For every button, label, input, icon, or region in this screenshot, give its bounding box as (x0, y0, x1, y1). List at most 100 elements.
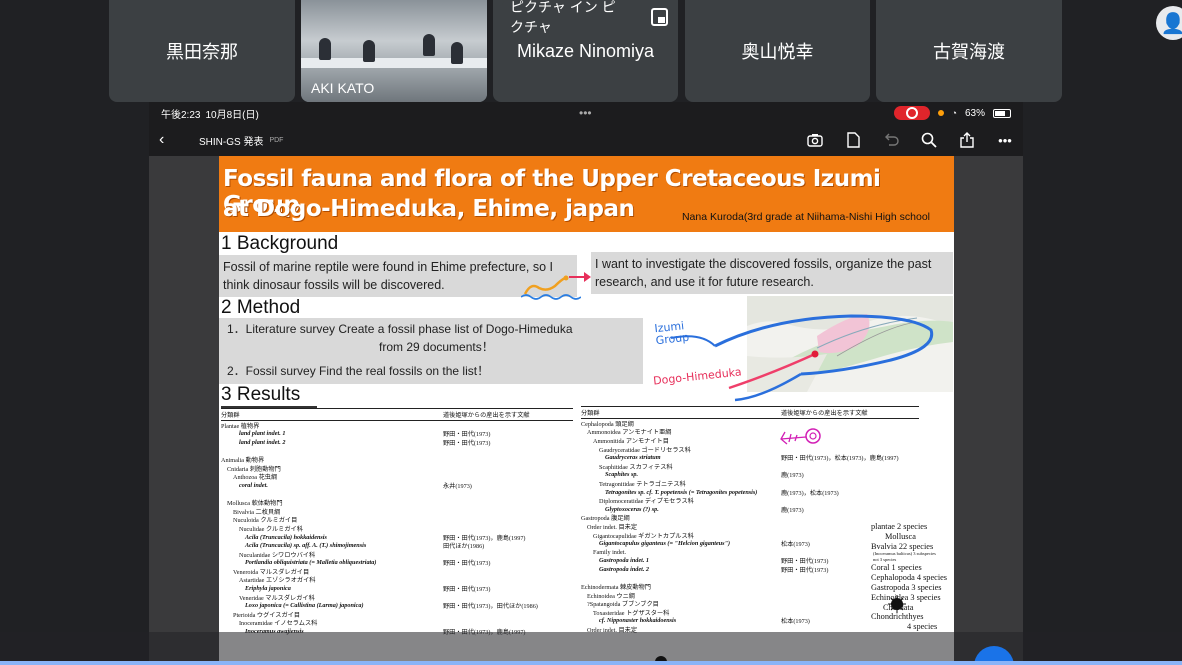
share-icon[interactable] (959, 132, 975, 148)
table-row: Diplomoceratidae ディプモセラス科 (581, 496, 919, 505)
participant-tile[interactable]: 古賀海渡 (876, 0, 1062, 102)
shared-screen: 午後2:23 10月8日(日) ••• ◔ 63% ‹ SHIN-GS 発表 P… (149, 102, 1023, 665)
sea-reptile-icon (521, 275, 581, 300)
results-table-left: 分類群 道後姫塚からの産出を示す文献 Plantae 植物界 land plant… (221, 408, 573, 636)
table-row: ?Spatangoida ブブンブク目 (581, 599, 919, 608)
table-header: 分類群 道後姫塚からの産出を示す文献 (581, 406, 919, 419)
poster-page: Fossil fauna and flora of the Upper Cret… (219, 156, 954, 665)
taxon-name: Gigantocapulidae ギガントカプルス科 (593, 532, 694, 540)
taxon-reference: 田代ほか(1986) (443, 543, 485, 551)
summary-line: Cephalopoda 4 species (871, 573, 948, 583)
method-box: 1．Literature survey Create a fossil phas… (219, 318, 643, 384)
taxon-name: Astartidae エゾシラオガイ科 (239, 577, 316, 585)
table-row (221, 447, 573, 456)
person-icon: 👤 (1160, 12, 1182, 35)
taxon-name: Family indet. (593, 548, 626, 556)
table-row: Loxo japonica (= Callistina (Larma) japo… (221, 601, 573, 610)
pdf-toolbar: ‹ SHIN-GS 発表 PDF ••• (149, 124, 1023, 156)
participant-name: Mikaze Ninomiya (516, 40, 655, 61)
summary-line: Chondrichthyes (871, 612, 924, 622)
page-icon[interactable] (845, 132, 861, 148)
participant-tile[interactable]: 奥山悦幸 (685, 0, 870, 102)
table-row: Tetragonitidae テトラゴニテス科 (581, 479, 919, 488)
taxon-name: Gaudryceras striatum (605, 454, 661, 462)
taxon-name: Toxasteridae トグザスター科 (593, 609, 670, 617)
undo-icon[interactable] (883, 132, 899, 148)
table-row: Gastropoda 腹足綱 (581, 514, 919, 522)
table-row: Ammonitida アンモナイト目 (581, 436, 919, 445)
table-header-reference: 道後姫塚からの産出を示す文献 (781, 410, 868, 417)
table-row: Scaphites sp. 鹿(1973) (581, 471, 919, 479)
taxon-name: Acila (Truncacila) hokkaidensis (245, 533, 327, 541)
table-row: Cephalopoda 頭足綱 (581, 419, 919, 428)
table-row: Scaphitidae スカフィテス科 (581, 462, 919, 471)
search-icon[interactable] (921, 132, 937, 148)
taxon-reference: 野田・田代(1973)，松本(1973)，鹿島(1997) (781, 455, 899, 463)
summary-line: plantae 2 species (871, 522, 928, 531)
table-row: Pterioida ウグイスガイ目 (221, 610, 573, 619)
table-header-reference: 道後姫塚からの産出を示す文献 (443, 412, 530, 419)
table-row: Mollusca 軟体動物門 (221, 498, 573, 507)
taxon-name: Glyptoxoceras (?) sp. (605, 505, 659, 513)
battery-icon (993, 108, 1011, 118)
document-type: PDF (269, 136, 284, 144)
table-row: land plant indet. 2 野田・田代(1973) (221, 438, 573, 447)
taxon-reference: 野田・田代(1973) (443, 586, 491, 594)
mic-indicator-icon (937, 110, 944, 116)
table-row: Echinoidea ウニ綱 (581, 591, 919, 600)
taxon-name: Eriphyla japonica (245, 585, 291, 593)
taxon-name: Gastropoda indet. 2 (599, 565, 650, 573)
pdf-viewer[interactable]: Fossil fauna and flora of the Upper Cret… (149, 156, 1023, 665)
table-row: Gaudryceras striatum 野田・田代(1973)，松本(1973)… (581, 453, 919, 462)
poster-title-line2: at Dogo-Himeduka, Ehime, japan (223, 196, 635, 222)
table-row: Veneridae マルスダレガイ科 (221, 593, 573, 602)
taxon-name: land plant indet. 2 (239, 438, 286, 446)
table-row (221, 490, 573, 499)
taxon-name: Gigantocapulus giganteus (= "Helcion gig… (599, 540, 731, 548)
summary-line: Echinoidea 3 species (871, 592, 941, 602)
summary-line: Bvalvia 22 species (871, 541, 934, 551)
table-row: cf. Nipponaster hokkaidoensis 松本(1973) (581, 617, 919, 625)
camera-icon[interactable] (807, 132, 823, 148)
taxon-reference: 永井(1973) (443, 482, 472, 490)
table-row: Order indet. 目未定 (581, 522, 919, 531)
table-row: Eriphyla japonica 野田・田代(1973) (221, 584, 573, 593)
summary-line: Gastropoda 3 species (871, 582, 942, 592)
more-options-icon[interactable]: ••• (997, 132, 1013, 148)
table-row: Gaudryceratidae ゴードリセラス科 (581, 445, 919, 454)
picture-in-picture-button[interactable]: ピクチャ イン ピクチャ (502, 0, 668, 35)
table-row: Inoceramidae イノセラムス科 (221, 619, 573, 627)
table-header: 分類群 道後姫塚からの産出を示す文献 (221, 408, 573, 421)
taxon-reference: 野田・田代(1973)，田代ほか(1986) (443, 603, 538, 611)
table-row: Acila (Truncacila) hokkaidensis 野田・田代(197… (221, 533, 573, 542)
picture-in-picture-icon (651, 8, 668, 26)
back-chevron-icon[interactable]: ‹ (159, 131, 199, 149)
background-box-2: I want to investigate the discovered fos… (591, 252, 953, 294)
method-step-1-detail: from 29 documents！ (379, 340, 494, 354)
table-row: Family indet. (581, 548, 919, 557)
progress-line (0, 661, 1182, 665)
add-person-button[interactable]: 👤 (1156, 6, 1182, 40)
participant-name: 黒田奈那 (166, 42, 238, 62)
taxon-name: Nuculidae クルミガイ科 (239, 525, 303, 533)
table-row: Gigantocapulidae ギガントカプルス科 (581, 531, 919, 540)
participant-tile[interactable]: 黒田奈那 (109, 0, 295, 102)
table-row: Gastropoda indet. 2 野田・田代(1973) (581, 565, 919, 574)
taxon-name: land plant indet. 1 (239, 430, 286, 438)
taxon-name: Plantae 植物界 (221, 422, 260, 430)
taxon-name: Portlandia obliquistriata (= Malletia ob… (245, 559, 377, 567)
table-row: Gigantocapulus giganteus (= "Helcion gig… (581, 539, 919, 548)
ammonite-drawing-icon (780, 428, 821, 445)
table-row: Nuculidae クルミガイ科 (221, 524, 573, 533)
table-row: Nuculanidae シワロウバイ科 (221, 550, 573, 559)
method-step-1: 1．Literature survey Create a fossil phas… (227, 322, 573, 336)
more-dots-icon[interactable]: ••• (579, 106, 592, 120)
battery-percent: 63% (964, 107, 985, 119)
summary-line: Mollusca (885, 531, 916, 541)
taxon-name: Scaphitidae スカフィテス科 (599, 463, 673, 471)
summary-line: Coral 1 species (871, 563, 922, 573)
participant-video-tile[interactable]: AKI KATO (301, 0, 487, 102)
taxon-reference: 野田・田代(1973) (443, 439, 491, 447)
poster-author: Nana Kuroda(3rd grade at Niihama-Nishi H… (681, 211, 930, 223)
status-bar: 午後2:23 10月8日(日) ••• ◔ 63% (149, 102, 1023, 124)
